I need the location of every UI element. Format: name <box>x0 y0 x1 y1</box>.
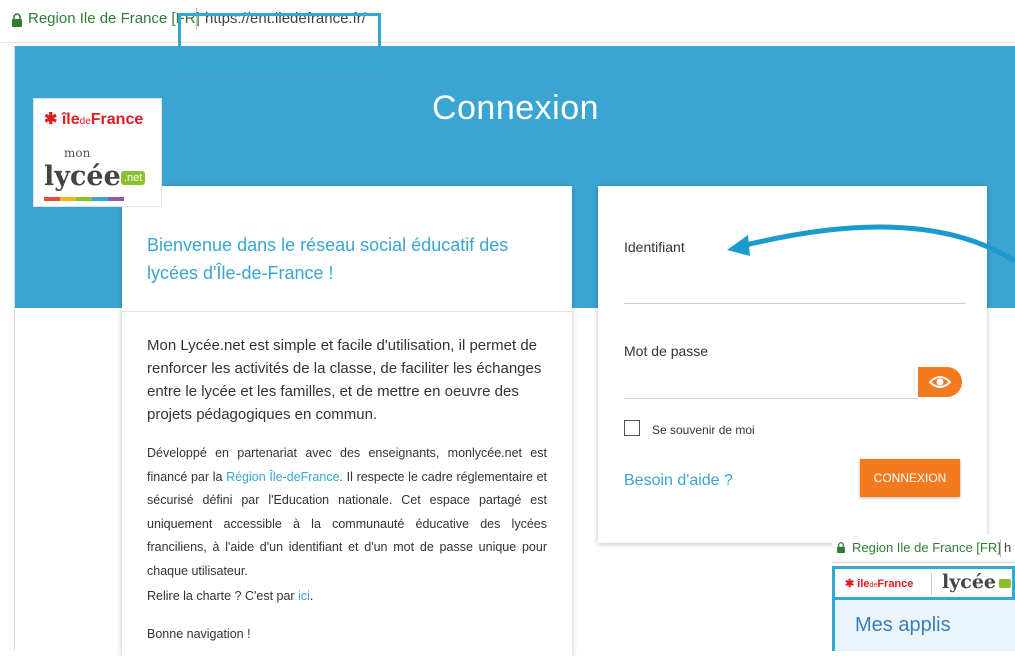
identifier-label: Identifiant <box>624 239 685 255</box>
asterisk-icon: ✱ <box>44 111 58 128</box>
inset-net-badge <box>999 579 1011 588</box>
password-input[interactable] <box>624 398 918 399</box>
closing-text: Bonne navigation ! <box>147 627 251 641</box>
show-password-button[interactable] <box>918 367 962 397</box>
password-label: Mot de passe <box>624 343 709 359</box>
inset-screenshot: Region Ile de France [FR] h ✱ îledeFranc… <box>832 534 1015 651</box>
inset-iledefrance-logo: ✱ îledeFrance <box>845 578 914 590</box>
browser-address-bar: Region Ile de France [FR] https://ent.il… <box>0 0 1015 43</box>
inset-url-fragment: h <box>1004 540 1012 555</box>
connexion-button[interactable]: CONNEXION <box>860 459 960 497</box>
eye-icon <box>928 376 952 388</box>
lock-icon <box>837 542 845 553</box>
logo-lycee: lycée <box>44 161 121 192</box>
inset-body: Mes applis <box>832 600 1015 651</box>
remember-me-label[interactable]: Se souvenir de moi <box>652 423 755 437</box>
asterisk-icon: ✱ <box>845 578 855 590</box>
monlycee-logo[interactable]: ✱ îledeFrance mon lycée .net <box>33 98 162 207</box>
logo-color-stripe <box>44 197 124 201</box>
logo-net-badge: .net <box>121 171 146 185</box>
url-highlight-box <box>178 13 381 67</box>
inset-address-bar: Region Ile de France [FR] h <box>832 534 1015 563</box>
welcome-heading: Bienvenue dans le réseau social éducatif… <box>147 235 509 283</box>
annotation-arrow <box>727 224 1015 263</box>
partner-paragraph: Développé en partenariat avec des enseig… <box>147 446 547 578</box>
identifier-input[interactable] <box>624 303 966 304</box>
divider <box>122 311 572 312</box>
help-link[interactable]: Besoin d'aide ? <box>624 472 733 490</box>
intro-paragraph: Mon Lycée.net est simple et facile d'uti… <box>147 337 542 423</box>
page-title: Connexion <box>431 89 600 127</box>
inset-apps-title: Mes applis <box>855 614 951 636</box>
inset-site-identity: Region Ile de France [FR] <box>852 540 1001 555</box>
inset-lycee-logo: lycée <box>942 571 997 593</box>
region-link[interactable]: Région Île-deFrance <box>226 470 339 484</box>
welcome-card: Bienvenue dans le réseau social éducatif… <box>122 186 572 656</box>
logo-mon: mon <box>64 146 91 160</box>
lock-icon <box>12 13 22 27</box>
inset-separator <box>1000 539 1001 557</box>
inset-logo-divider <box>931 573 932 595</box>
site-identity[interactable]: Region Ile de France [FR] <box>28 10 200 27</box>
inset-header: ✱ îledeFrance lycée <box>832 566 1015 600</box>
remember-me-checkbox[interactable] <box>624 420 640 436</box>
iledefrance-logo: ✱ îledeFrance <box>44 111 144 128</box>
charter-link[interactable]: ici <box>298 589 310 603</box>
charter-paragraph: Relire la charte ? C'est par ici. <box>147 589 314 603</box>
